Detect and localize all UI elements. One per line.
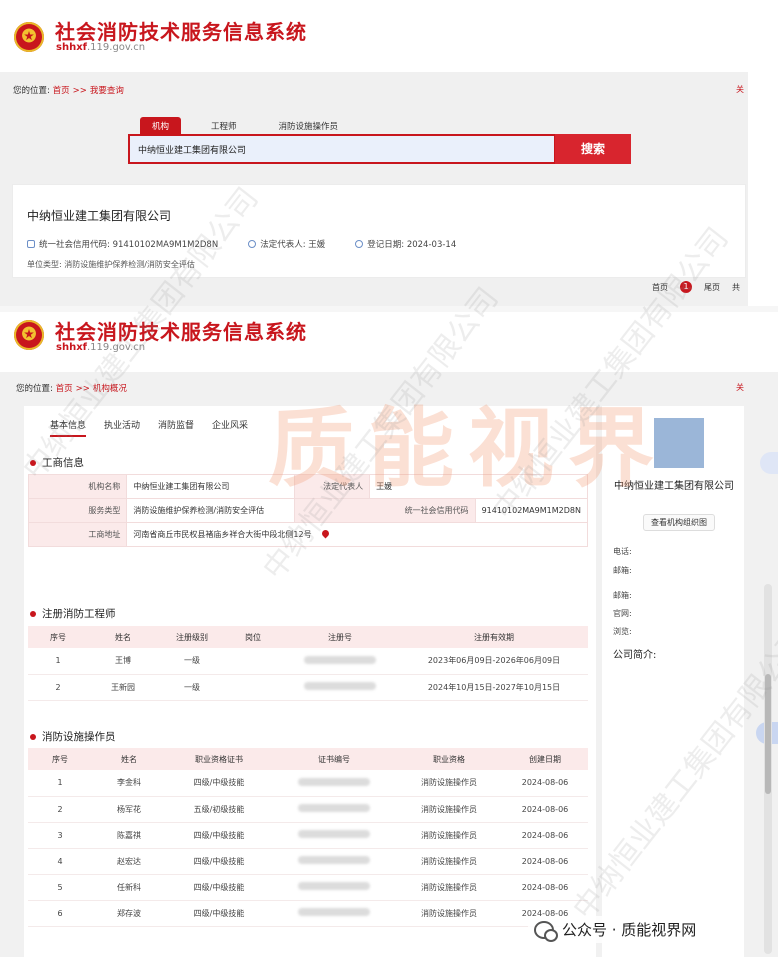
search-input[interactable]: 中纳恒业建工集团有限公司 (128, 134, 556, 164)
result-company-name[interactable]: 中纳恒业建工集团有限公司 (27, 207, 171, 224)
breadcrumb-current: 我要查询 (89, 86, 124, 96)
org-name-value: 中纳恒业建工集团有限公司 (126, 474, 295, 499)
redacted-cert-no (298, 830, 370, 838)
detail-tabs: 基本信息 执业活动 消防监督 企业风采 (50, 418, 248, 437)
result-reg-date: 登记日期: 2024-03-14 (367, 240, 457, 250)
tab-engineer[interactable]: 工程师 (199, 117, 249, 135)
redacted-reg-no (304, 655, 376, 664)
section-business: 工商信息 (30, 455, 84, 470)
legal-rep-value: 王媛 (369, 474, 588, 499)
tab-organization[interactable]: 机构 (140, 117, 182, 135)
redacted-reg-no (304, 682, 376, 690)
search-type-tabs: 机构 工程师 消防设施操作员 (140, 117, 350, 135)
result-card[interactable]: 中纳恒业建工集团有限公司 统一社会信用代码: 91410102MA9M1M2D8… (12, 184, 746, 278)
operator-table: 序号 姓名 职业资格证书 证书编号 职业资格 创建日期 1 李金科 四级/中级技能 消防… (28, 748, 588, 927)
person-icon (248, 240, 257, 248)
tab-basic-info[interactable]: 基本信息 (50, 418, 87, 437)
service-type-value: 消防设施维护保养检测/消防安全评估 (126, 498, 295, 523)
table-header: 序号 姓名 职业资格证书 证书编号 职业资格 创建日期 (28, 748, 588, 770)
breadcrumb: 您的位置: 首页 >> 机构概况 (16, 384, 127, 394)
system-title: 社会消防技术服务信息系统 (55, 20, 307, 44)
table-row: 1 王博 一级 2023年06月09日-2026年06月09日 (28, 648, 588, 675)
table-row: 6 郑存波 四级/中级技能 消防设施操作员 2024-08-06 (28, 900, 588, 927)
page-current[interactable]: 1 (680, 281, 692, 293)
close-link[interactable]: 关 (736, 382, 744, 393)
close-link[interactable]: 关 (736, 84, 744, 95)
tab-operator[interactable]: 消防设施操作员 (267, 117, 351, 135)
bullet-icon (30, 733, 36, 740)
section-operators: 消防设施操作员 (30, 729, 116, 744)
scrollbar[interactable] (764, 584, 772, 954)
company-intro-label: 公司简介: (613, 650, 657, 661)
result-credit-code: 统一社会信用代码: 91410102MA9M1M2D8N (39, 240, 219, 250)
pagination: 首页 1 尾页 共 (652, 281, 740, 293)
national-emblem-icon (14, 320, 44, 350)
result-legal-rep: 法定代表人: 王媛 (260, 240, 326, 250)
company-logo (654, 418, 704, 468)
tab-practice[interactable]: 执业活动 (104, 418, 140, 437)
id-card-icon (27, 240, 35, 248)
org-chart-button[interactable]: 查看机构组织图 (643, 514, 715, 531)
page-first[interactable]: 首页 (652, 282, 668, 293)
tab-supervision[interactable]: 消防监督 (158, 418, 194, 437)
engineer-table: 序号 姓名 注册级别 岗位 注册号 注册有效期 1 王博 一级 2023年06月09日-… (28, 626, 588, 701)
result-unit-type: 单位类型: 消防设施维护保养检测/消防安全评估 (27, 260, 195, 269)
sidebar-company-name: 中纳恒业建工集团有限公司 (614, 481, 734, 492)
section-engineers: 注册消防工程师 (30, 606, 116, 621)
breadcrumb-current: 机构概况 (92, 384, 127, 394)
table-header: 序号 姓名 注册级别 岗位 注册号 注册有效期 (28, 626, 588, 648)
table-row: 3 陈嘉祺 四级/中级技能 消防设施操作员 2024-08-06 (28, 822, 588, 849)
page-total: 共 (732, 282, 740, 292)
website-label: 官网: (613, 609, 632, 618)
redacted-cert-no (298, 882, 370, 890)
result-meta: 统一社会信用代码: 91410102MA9M1M2D8N 法定代表人: 王媛 登… (27, 238, 456, 250)
redacted-cert-no (298, 908, 370, 916)
table-row: 2 王新园 一级 2024年10月15日-2027年10月15日 (28, 674, 588, 701)
clock-icon (355, 240, 364, 248)
breadcrumb: 您的位置: 首页 >> 我要查询 (13, 86, 124, 96)
breadcrumb-home-link[interactable]: 首页 (56, 384, 73, 394)
screenshot-divider (0, 306, 778, 312)
tab-showcase[interactable]: 企业风采 (212, 418, 248, 437)
breadcrumb-home-link[interactable]: 首页 (53, 86, 70, 96)
system-domain: shhxf.119.gov.cn (56, 42, 146, 53)
redacted-cert-no (298, 804, 370, 812)
wechat-source-mark: 公众号 · 质能视界网 (528, 916, 703, 943)
bullet-icon (30, 459, 36, 466)
floating-side-icon[interactable] (760, 452, 778, 474)
search-button[interactable]: 搜索 (555, 134, 631, 164)
redacted-cert-no (298, 856, 370, 864)
national-emblem-icon (14, 22, 44, 52)
redacted-cert-no (298, 777, 370, 786)
table-row: 1 李金科 四级/中级技能 消防设施操作员 2024-08-06 (28, 770, 588, 797)
address-value: 河南省商丘市民权县褚庙乡祥合大街中段北侧12号 (126, 522, 588, 547)
credit-code-value: 91410102MA9M1M2D8N (474, 498, 589, 523)
system-domain: shhxf.119.gov.cn (56, 342, 146, 353)
views-label: 浏览: (613, 627, 632, 636)
business-info-table: 机构名称 中纳恒业建工集团有限公司 法定代表人 王媛 服务类型 消防设施维护保养… (27, 474, 589, 547)
map-pin-icon[interactable] (320, 528, 331, 539)
postcode-label: 邮箱: (613, 566, 632, 575)
system-title: 社会消防技术服务信息系统 (55, 320, 307, 344)
page-last[interactable]: 尾页 (704, 282, 720, 293)
table-row: 5 任新科 四级/中级技能 消防设施操作员 2024-08-06 (28, 874, 588, 901)
table-row: 4 赵宏达 四级/中级技能 消防设施操作员 2024-08-06 (28, 848, 588, 875)
bullet-icon (30, 610, 36, 617)
table-row: 2 杨军花 五级/初级技能 消防设施操作员 2024-08-06 (28, 796, 588, 823)
phone-label: 电话: (613, 547, 632, 556)
email-label: 邮箱: (613, 591, 632, 600)
wechat-icon (534, 920, 558, 942)
